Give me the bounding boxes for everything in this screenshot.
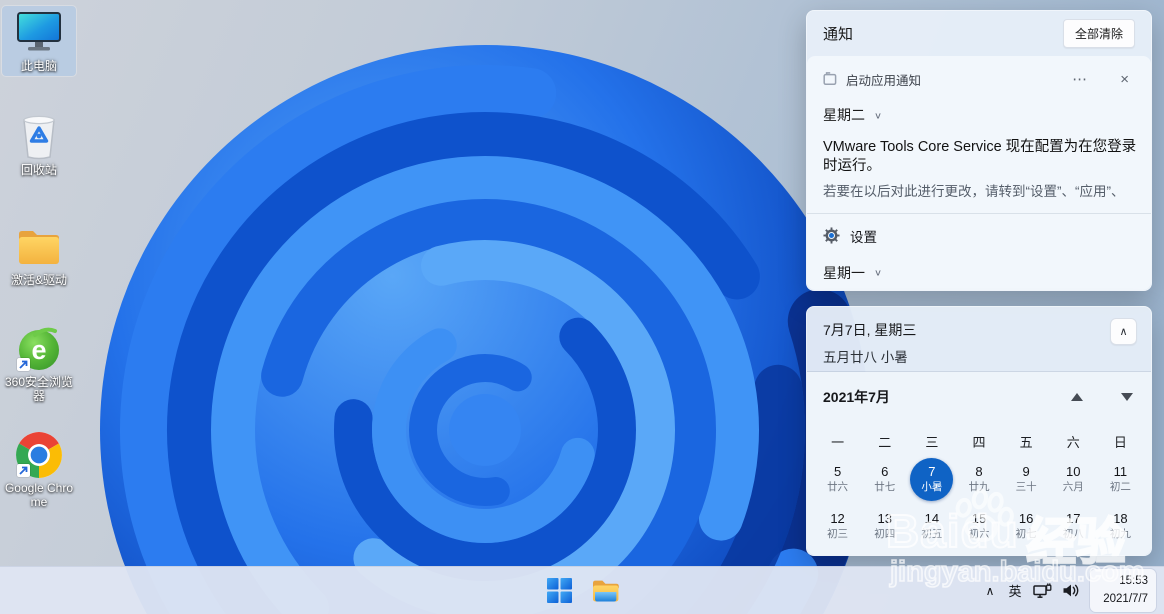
- notification-app-name: 启动应用通知: [846, 73, 922, 88]
- taskbar: ∧ 英 15:53 2021/7/7: [0, 566, 1164, 614]
- volume-icon[interactable]: [1056, 573, 1084, 609]
- shortcut-arrow-icon: [17, 464, 30, 477]
- windows-logo-icon: [546, 578, 572, 603]
- gear-icon: [823, 227, 840, 244]
- calendar-day[interactable]: 10 六月: [1050, 456, 1097, 503]
- calendar-day[interactable]: 6 廿七: [861, 456, 908, 503]
- calendar-grid: 一 二 三 四 五 六 日 5 廿六 6 廿七 7 小暑 8 廿九 9 三十 10 六月 1…: [814, 429, 1144, 550]
- calendar-day[interactable]: 17 初八: [1050, 503, 1097, 550]
- file-explorer-icon: [592, 580, 619, 601]
- close-icon[interactable]: ×: [1120, 71, 1129, 88]
- tray-time: 15:53: [1119, 575, 1148, 588]
- chevron-down-icon: ∨: [874, 268, 883, 279]
- ime-language-indicator[interactable]: 英: [1002, 573, 1028, 609]
- day-group-toggle-tuesday[interactable]: 星期二 ∨: [823, 105, 1135, 125]
- calendar-day[interactable]: 5 廿六: [814, 456, 861, 503]
- calendar-day-selected[interactable]: 7 小暑: [908, 456, 955, 503]
- chevron-down-icon: ∨: [874, 110, 883, 121]
- divider: [807, 212, 1151, 214]
- day-group-toggle-monday[interactable]: 星期一 ∨: [823, 263, 1135, 283]
- start-button[interactable]: [539, 571, 579, 611]
- notification-header: 通知 全部清除: [807, 11, 1151, 56]
- desktop-icon-label: 回收站: [20, 163, 57, 177]
- tray-show-hidden-icons[interactable]: ∧: [978, 573, 1002, 609]
- folder-icon: [15, 223, 63, 271]
- settings-notification-row[interactable]: 设置: [823, 226, 1135, 246]
- calendar-day[interactable]: 11 初二: [1097, 456, 1144, 503]
- notification-message-body: 若要在以后对此进行更改，请转到“设置”、“应用”、: [823, 183, 1125, 199]
- desktop-icon-label: 此电脑: [20, 59, 57, 73]
- more-options-icon[interactable]: ⋯: [1072, 70, 1088, 88]
- calendar-week-row: 5 廿六 6 廿七 7 小暑 8 廿九 9 三十 10 六月 11 初二: [814, 456, 1144, 503]
- this-pc-icon: [15, 9, 63, 57]
- desktop-icon-label: 激活&驱动: [10, 273, 67, 287]
- desktop-icon-this-pc[interactable]: 此电脑: [1, 4, 77, 78]
- month-next-button[interactable]: [1121, 393, 1133, 401]
- notification-center-panel: 通知 全部清除 启动应用通知 ⋯ × 星期二 ∨ VMware Tools Co…: [806, 10, 1152, 291]
- notification-card: 启动应用通知 ⋯ × 星期二 ∨ VMware Tools Core Servi…: [807, 56, 1151, 290]
- desktop-icon-folder[interactable]: 激活&驱动: [2, 220, 76, 290]
- desktop-icon-recycle-bin[interactable]: 回收站: [2, 110, 76, 180]
- calendar-week-row: 12 初三 13 初四 14 初五 15 初六 16 初七 17 初八 18 初九: [814, 503, 1144, 550]
- calendar-day[interactable]: 18 初九: [1097, 503, 1144, 550]
- calendar-day[interactable]: 12 初三: [814, 503, 861, 550]
- month-previous-button[interactable]: [1071, 393, 1083, 401]
- calendar-month-label: 2021年7月: [823, 389, 890, 405]
- file-explorer-button[interactable]: [585, 571, 625, 611]
- calendar-header: 7月7日, 星期三 五月廿八 小暑 ∧: [807, 307, 1151, 371]
- clock-tray-button[interactable]: 15:53 2021/7/7: [1090, 569, 1156, 612]
- calendar-day[interactable]: 9 三十: [1003, 456, 1050, 503]
- desktop-icon-google-chrome[interactable]: Google Chrome: [2, 428, 76, 512]
- notification-message-title: VMware Tools Core Service 现在配置为在您登录时运行。: [823, 139, 1137, 175]
- calendar-collapse-button[interactable]: ∧: [1110, 318, 1137, 345]
- startup-app-icon: [823, 72, 837, 85]
- google-chrome-icon: [15, 431, 63, 479]
- calendar-day[interactable]: 14 初五: [908, 503, 955, 550]
- settings-app-name: 设置: [850, 229, 877, 245]
- desktop-icon-label: 360安全浏览器: [4, 375, 74, 404]
- desktop-icon-label: Google Chrome: [4, 481, 74, 510]
- calendar-day[interactable]: 13 初四: [861, 503, 908, 550]
- network-icon[interactable]: [1028, 573, 1056, 609]
- clear-all-button[interactable]: 全部清除: [1062, 19, 1135, 48]
- calendar-day[interactable]: 8 廿九: [955, 456, 1002, 503]
- notification-app-row[interactable]: 启动应用通知 ⋯ ×: [823, 68, 1135, 90]
- desktop-icon-360-browser[interactable]: e 360安全浏览器: [2, 322, 76, 406]
- calendar-body: 2021年7月 一 二 三 四 五 六 日 5 廿六 6 廿七 7 小暑 8 廿九 9: [807, 372, 1151, 555]
- 360-browser-icon: e: [15, 325, 63, 373]
- weekday-row: 一 二 三 四 五 六 日: [831, 434, 1127, 450]
- tray-date: 2021/7/7: [1103, 592, 1148, 605]
- calendar-day[interactable]: 15 初六: [955, 503, 1002, 550]
- calendar-panel: 7月7日, 星期三 五月廿八 小暑 ∧ 2021年7月 一 二 三 四 五 六 …: [806, 306, 1152, 556]
- recycle-bin-icon: [15, 113, 63, 161]
- notification-title: 通知: [823, 26, 854, 43]
- calendar-day[interactable]: 16 初七: [1003, 503, 1050, 550]
- calendar-date-title: 7月7日, 星期三: [823, 322, 917, 338]
- shortcut-arrow-icon: [17, 358, 30, 371]
- calendar-lunar-subtitle: 五月廿八 小暑: [823, 350, 908, 365]
- svg-text:e: e: [31, 335, 46, 365]
